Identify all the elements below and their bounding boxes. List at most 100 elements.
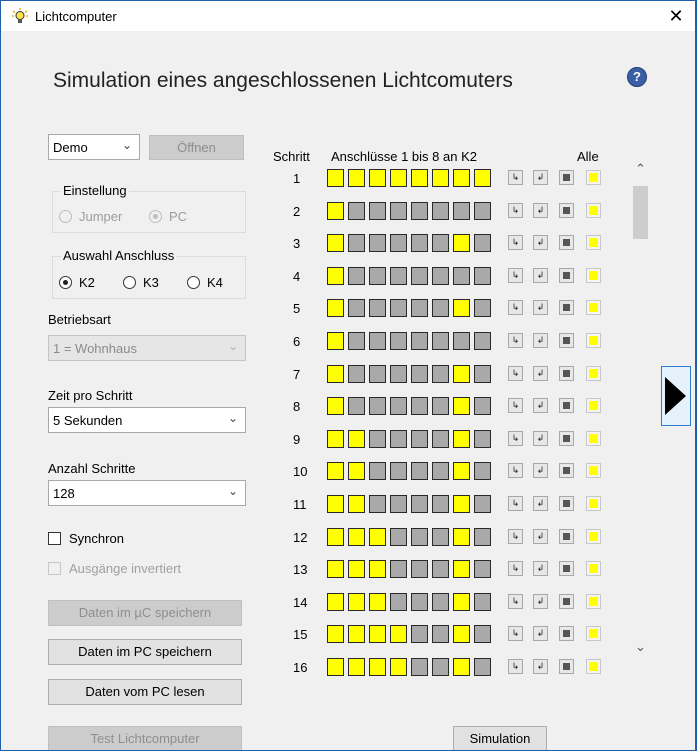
led-cell[interactable] [432, 299, 449, 317]
shift-left-icon[interactable]: ↳ [508, 170, 523, 185]
led-cell[interactable] [348, 528, 365, 546]
led-cell[interactable] [390, 430, 407, 448]
shift-left-icon[interactable]: ↳ [508, 626, 523, 641]
led-cell[interactable] [474, 397, 491, 415]
led-cell[interactable] [390, 593, 407, 611]
led-cell[interactable] [411, 528, 428, 546]
led-cell[interactable] [369, 332, 386, 350]
led-cell[interactable] [432, 658, 449, 676]
led-cell[interactable] [474, 332, 491, 350]
anzahl-select[interactable]: 128 ⌄ [48, 480, 246, 506]
led-cell[interactable] [327, 593, 344, 611]
shift-left-icon[interactable]: ↳ [508, 203, 523, 218]
led-cell[interactable] [390, 332, 407, 350]
led-cell[interactable] [453, 560, 470, 578]
led-cell[interactable] [369, 462, 386, 480]
shift-right-icon[interactable]: ↲ [533, 659, 548, 674]
all-on-icon[interactable] [586, 529, 601, 544]
led-cell[interactable] [411, 397, 428, 415]
led-cell[interactable] [348, 625, 365, 643]
led-cell[interactable] [453, 495, 470, 513]
shift-right-icon[interactable]: ↲ [533, 529, 548, 544]
clear-icon[interactable] [559, 496, 574, 511]
led-cell[interactable] [327, 560, 344, 578]
close-icon[interactable]: ✕ [657, 1, 695, 31]
radio-k4[interactable] [187, 276, 200, 289]
clear-icon[interactable] [559, 626, 574, 641]
zeit-select[interactable]: 5 Sekunden ⌄ [48, 407, 246, 433]
led-cell[interactable] [348, 202, 365, 220]
led-cell[interactable] [390, 495, 407, 513]
shift-left-icon[interactable]: ↳ [508, 529, 523, 544]
led-cell[interactable] [432, 234, 449, 252]
led-cell[interactable] [390, 625, 407, 643]
led-cell[interactable] [432, 625, 449, 643]
clear-icon[interactable] [559, 333, 574, 348]
led-cell[interactable] [369, 560, 386, 578]
led-cell[interactable] [474, 202, 491, 220]
all-on-icon[interactable] [586, 235, 601, 250]
all-on-icon[interactable] [586, 594, 601, 609]
led-cell[interactable] [474, 625, 491, 643]
led-cell[interactable] [390, 365, 407, 383]
scroll-thumb[interactable] [633, 186, 648, 239]
led-cell[interactable] [327, 625, 344, 643]
led-cell[interactable] [369, 234, 386, 252]
shift-right-icon[interactable]: ↲ [533, 203, 548, 218]
led-cell[interactable] [453, 658, 470, 676]
invertiert-checkbox[interactable] [48, 562, 61, 575]
led-cell[interactable] [369, 528, 386, 546]
shift-right-icon[interactable]: ↲ [533, 463, 548, 478]
led-cell[interactable] [390, 169, 407, 187]
led-cell[interactable] [474, 430, 491, 448]
clear-icon[interactable] [559, 366, 574, 381]
led-cell[interactable] [411, 495, 428, 513]
simulation-button[interactable]: Simulation [453, 726, 547, 750]
led-cell[interactable] [369, 267, 386, 285]
all-on-icon[interactable] [586, 626, 601, 641]
led-cell[interactable] [369, 625, 386, 643]
led-cell[interactable] [369, 365, 386, 383]
led-cell[interactable] [348, 267, 365, 285]
led-cell[interactable] [474, 658, 491, 676]
led-cell[interactable] [348, 299, 365, 317]
all-on-icon[interactable] [586, 268, 601, 283]
clear-icon[interactable] [559, 463, 574, 478]
led-cell[interactable] [474, 593, 491, 611]
shift-right-icon[interactable]: ↲ [533, 626, 548, 641]
led-cell[interactable] [348, 234, 365, 252]
shift-right-icon[interactable]: ↲ [533, 398, 548, 413]
led-cell[interactable] [474, 234, 491, 252]
led-cell[interactable] [348, 430, 365, 448]
led-cell[interactable] [411, 234, 428, 252]
led-cell[interactable] [411, 299, 428, 317]
led-cell[interactable] [474, 495, 491, 513]
led-cell[interactable] [327, 299, 344, 317]
led-cell[interactable] [369, 430, 386, 448]
led-cell[interactable] [390, 560, 407, 578]
shift-right-icon[interactable]: ↲ [533, 170, 548, 185]
led-cell[interactable] [327, 658, 344, 676]
led-cell[interactable] [411, 332, 428, 350]
led-cell[interactable] [348, 365, 365, 383]
shift-left-icon[interactable]: ↳ [508, 398, 523, 413]
clear-icon[interactable] [559, 203, 574, 218]
led-cell[interactable] [369, 299, 386, 317]
radio-k2[interactable] [59, 276, 72, 289]
led-cell[interactable] [369, 658, 386, 676]
led-cell[interactable] [390, 299, 407, 317]
led-cell[interactable] [432, 430, 449, 448]
all-on-icon[interactable] [586, 463, 601, 478]
shift-left-icon[interactable]: ↳ [508, 463, 523, 478]
led-cell[interactable] [453, 593, 470, 611]
test-button[interactable]: Test Lichtcomputer [48, 726, 242, 750]
grid-scrollbar[interactable]: ⌃ ⌄ [632, 161, 649, 661]
led-cell[interactable] [327, 397, 344, 415]
all-on-icon[interactable] [586, 333, 601, 348]
mode-select[interactable]: Demo ⌄ [48, 134, 140, 160]
clear-icon[interactable] [559, 268, 574, 283]
led-cell[interactable] [432, 495, 449, 513]
led-cell[interactable] [369, 202, 386, 220]
led-cell[interactable] [327, 267, 344, 285]
led-cell[interactable] [474, 365, 491, 383]
